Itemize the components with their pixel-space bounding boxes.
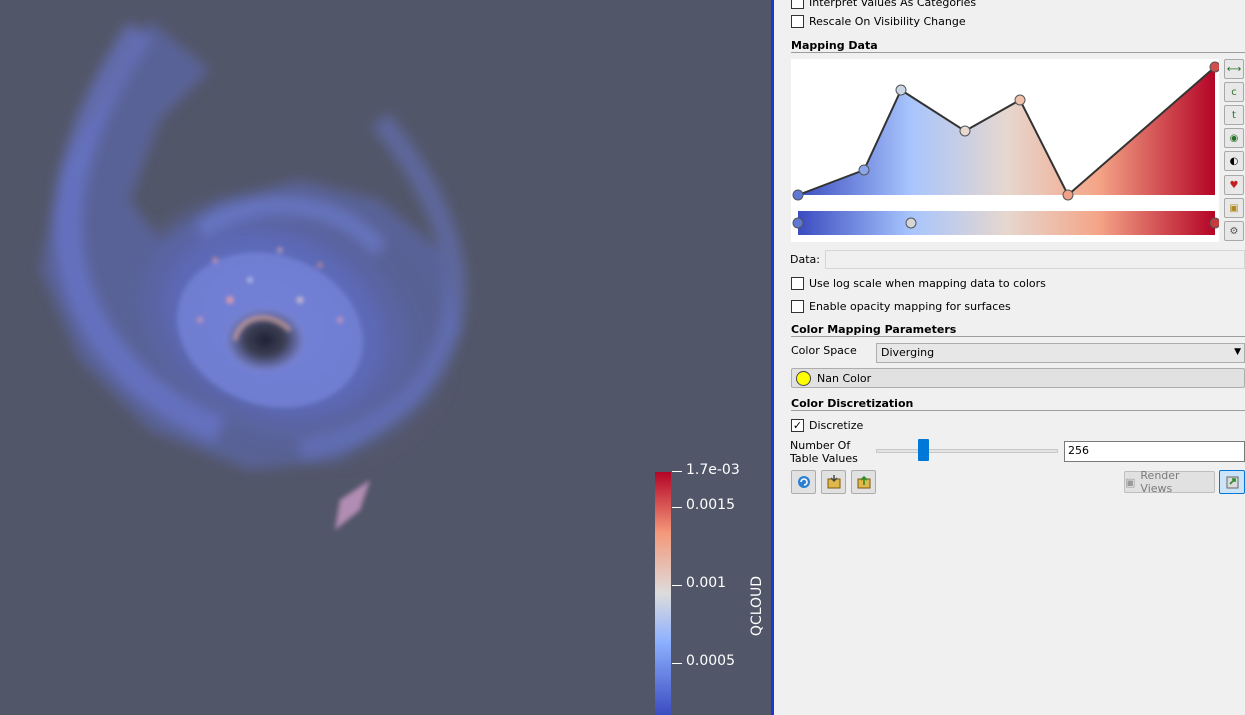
legend-tick-label: 0.0005	[686, 653, 735, 669]
legend-tick	[672, 507, 682, 508]
auto-update-icon	[1226, 476, 1239, 489]
opacity-control-point[interactable]	[1014, 94, 1026, 106]
interpret-categories-checkbox[interactable]	[791, 0, 804, 9]
reset-colormap-button[interactable]	[791, 470, 816, 494]
data-value-field[interactable]	[825, 250, 1245, 269]
discretize-checkbox[interactable]: ✓	[791, 419, 804, 432]
nan-color-button[interactable]: Nan Color	[791, 368, 1245, 388]
nan-color-swatch	[796, 370, 811, 386]
color-space-value: Diverging	[881, 346, 935, 359]
rescale-range-icon[interactable]: ⟷	[1224, 59, 1244, 79]
opacity-function-canvas[interactable]	[791, 59, 1221, 242]
opacity-mapping-checkbox[interactable]	[791, 300, 804, 313]
chevron-down-icon: ▼	[1234, 347, 1241, 357]
table-values-slider-handle[interactable]	[918, 439, 929, 461]
legend-tick	[672, 471, 682, 472]
table-values-input[interactable]: 256	[1064, 441, 1245, 462]
auto-update-toggle-button[interactable]	[1219, 470, 1245, 494]
opacity-control-point[interactable]	[792, 189, 804, 201]
color-legend-bar	[655, 472, 671, 715]
log-scale-checkbox[interactable]	[791, 277, 804, 290]
opacity-control-point[interactable]	[1062, 189, 1074, 201]
section-divider	[791, 52, 1245, 53]
color-control-point[interactable]	[1209, 217, 1221, 229]
color-control-point[interactable]	[792, 217, 804, 229]
color-transfer-bar[interactable]	[798, 211, 1215, 235]
table-values-label: Number Of Table Values	[790, 439, 858, 465]
color-control-point[interactable]	[905, 217, 917, 229]
choose-preset-icon[interactable]: ♥	[1224, 175, 1244, 195]
render-view[interactable]: 1.7e-03 0.0015 0.001 0.0005 QCLOUD	[0, 0, 771, 715]
color-map-editor-panel: Interpret Values As Categories Rescale O…	[774, 0, 1245, 715]
save-preset-icon[interactable]: ▣	[1224, 198, 1244, 218]
interpret-categories-label: Interpret Values As Categories	[809, 0, 977, 9]
render-views-button[interactable]: ▣ Render Views	[1124, 469, 1215, 495]
color-discretization-title: Color Discretization	[791, 397, 914, 410]
opacity-mapping-row[interactable]: Enable opacity mapping for surfaces	[791, 300, 1011, 313]
color-legend-title: QCLOUD	[749, 575, 765, 637]
section-divider	[791, 336, 1245, 337]
save-settings-button[interactable]	[821, 470, 846, 494]
legend-tick	[672, 663, 682, 664]
discretize-row[interactable]: ✓ Discretize	[791, 419, 863, 432]
save-settings-icon	[827, 475, 840, 489]
log-scale-row[interactable]: Use log scale when mapping data to color…	[791, 277, 1046, 290]
data-label: Data:	[790, 253, 820, 266]
table-values-slider-track[interactable]	[876, 449, 1058, 453]
restore-settings-button[interactable]	[851, 470, 876, 494]
render-views-label: Render Views	[1140, 469, 1180, 495]
refresh-icon	[797, 476, 810, 488]
opacity-control-point[interactable]	[895, 84, 907, 96]
advanced-gear-icon[interactable]: ⚙	[1224, 221, 1244, 241]
color-space-label: Color Space	[791, 344, 857, 357]
mapping-data-title: Mapping Data	[791, 39, 878, 52]
legend-tick-label: 0.001	[686, 575, 727, 591]
rescale-custom-icon[interactable]: c	[1224, 82, 1244, 102]
color-mapping-title: Color Mapping Parameters	[791, 323, 957, 336]
nan-color-label: Nan Color	[817, 371, 872, 385]
log-scale-label: Use log scale when mapping data to color…	[809, 277, 1046, 290]
render-views-icon: ▣	[1125, 475, 1136, 489]
restore-settings-icon	[857, 475, 870, 489]
color-space-dropdown[interactable]: Diverging ▼	[876, 343, 1245, 363]
opacity-mapping-label: Enable opacity mapping for surfaces	[809, 300, 1011, 313]
opacity-control-point[interactable]	[1209, 61, 1221, 73]
rescale-temporal-icon[interactable]: t	[1224, 105, 1244, 125]
opacity-area	[798, 67, 1215, 195]
legend-tick-label: 1.7e-03	[686, 462, 740, 478]
invert-icon[interactable]: ◐	[1224, 151, 1244, 171]
legend-tick	[672, 585, 682, 586]
legend-tick-label: 0.0015	[686, 497, 735, 513]
render-canvas[interactable]	[0, 0, 771, 715]
rescale-visibility-checkbox[interactable]	[791, 15, 804, 28]
section-divider	[791, 410, 1245, 411]
rescale-visible-icon[interactable]: ◉	[1224, 128, 1244, 148]
rescale-visibility-label: Rescale On Visibility Change	[809, 15, 966, 28]
rescale-visibility-row[interactable]: Rescale On Visibility Change	[791, 15, 966, 28]
opacity-control-point[interactable]	[959, 125, 971, 137]
opacity-control-point[interactable]	[858, 164, 870, 176]
interpret-categories-row[interactable]: Interpret Values As Categories	[791, 0, 976, 9]
discretize-label: Discretize	[809, 419, 864, 432]
transfer-function-editor[interactable]	[791, 59, 1221, 242]
